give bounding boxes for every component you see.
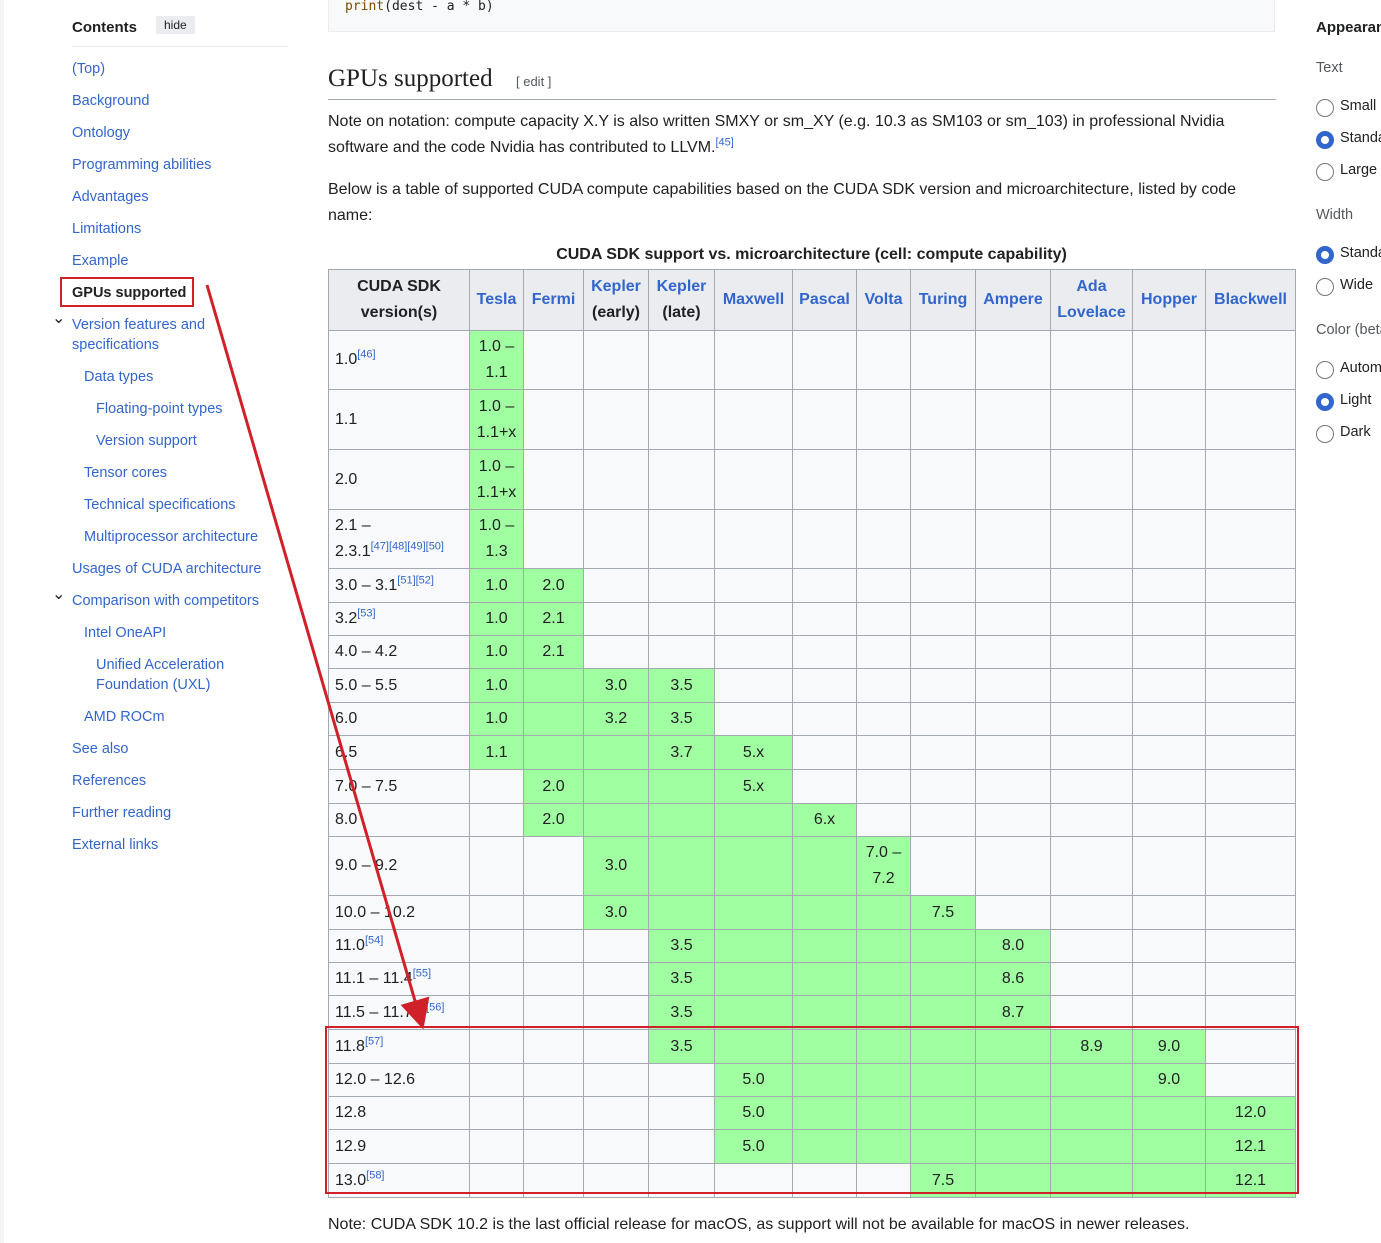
radio-button[interactable] [1316, 99, 1334, 117]
radio-label[interactable]: Dark [1340, 424, 1371, 440]
radio-label[interactable]: Light [1340, 392, 1371, 408]
appearance-panel: Appearance Text Width Color (beta) Small… [1316, 0, 1381, 460]
radio-button[interactable] [1316, 278, 1334, 296]
color-label: Color (beta) [1316, 322, 1381, 338]
text-size-label: Text [1316, 60, 1343, 76]
width-label: Width [1316, 207, 1354, 223]
radio-label[interactable]: Automatic [1340, 360, 1381, 376]
radio-button[interactable] [1316, 131, 1334, 149]
appearance-title: Appearance [1316, 19, 1381, 36]
radio-label[interactable]: Wide [1340, 277, 1373, 293]
radio-label[interactable]: Standard [1340, 130, 1381, 146]
radio-button[interactable] [1316, 361, 1334, 379]
annotation-arrow [205, 284, 430, 1030]
radio-button[interactable] [1316, 246, 1334, 264]
radio-label[interactable]: Large [1340, 162, 1377, 178]
radio-button[interactable] [1316, 425, 1334, 443]
radio-button[interactable] [1316, 393, 1334, 411]
radio-label[interactable]: Small [1340, 98, 1376, 114]
radio-button[interactable] [1316, 163, 1334, 181]
radio-label[interactable]: Standard [1340, 245, 1381, 261]
